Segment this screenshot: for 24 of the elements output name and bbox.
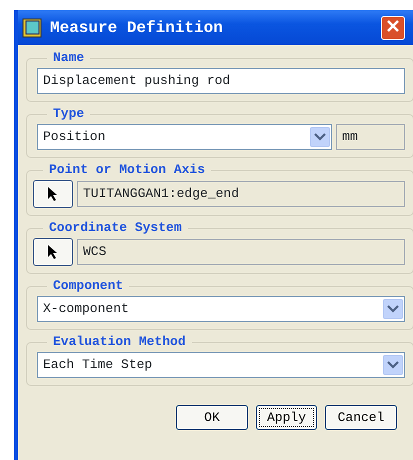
readonly-field: WCS (77, 239, 405, 265)
dropdown[interactable]: Each Time Step (37, 352, 405, 378)
group-label: Name (52, 49, 86, 67)
group-label: Coordinate System (48, 219, 183, 237)
group-label: Component (52, 277, 124, 295)
dialog-button[interactable]: Cancel (325, 405, 397, 430)
window-title: Measure Definition (50, 18, 224, 38)
close-icon (386, 19, 400, 34)
dialog-button[interactable]: OK (176, 405, 248, 430)
group-label: Evaluation Method (52, 333, 187, 351)
pick-button[interactable] (33, 180, 73, 208)
app-icon (22, 18, 42, 38)
dialog-button[interactable]: Apply (256, 405, 317, 430)
group-label: Point or Motion Axis (48, 161, 206, 179)
dropdown[interactable]: Position (37, 124, 332, 150)
pick-button[interactable] (33, 238, 73, 266)
close-button[interactable] (381, 16, 405, 40)
unit-field: mm (336, 124, 406, 150)
pointer-icon (47, 186, 59, 202)
dropdown[interactable]: X-component (37, 296, 405, 322)
text-field[interactable]: Displacement pushing rod (37, 68, 405, 94)
group-label: Type (52, 105, 86, 123)
readonly-field: TUITANGGAN1:edge_end (77, 181, 405, 207)
pointer-icon (47, 244, 59, 260)
